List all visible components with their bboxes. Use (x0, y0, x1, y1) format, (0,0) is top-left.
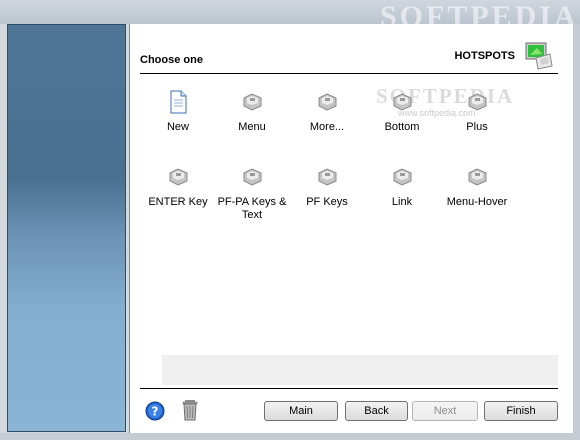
main-button[interactable]: Main (264, 401, 338, 421)
hotspot-item-label: Bottom (384, 121, 420, 133)
footer-divider (140, 388, 558, 389)
hotspot-item-menu-hover[interactable]: Menu-Hover (437, 164, 517, 209)
key-icon (243, 93, 262, 111)
svg-text:?: ? (152, 405, 159, 419)
trash-icon[interactable] (182, 399, 198, 421)
finish-button[interactable]: Finish (484, 401, 558, 421)
hotspot-panel: Choose one HOTSPOTS SOFTPEDIA www.softpe… (129, 24, 573, 433)
window-right-border (573, 24, 580, 440)
window-bottom-border (0, 433, 580, 440)
hotspot-item-bottom[interactable]: Bottom (362, 89, 442, 134)
hotspot-item-label: ENTER Key (148, 196, 208, 208)
key-icon (318, 168, 337, 186)
hotspot-item-label: More... (309, 121, 345, 133)
key-icon (169, 168, 188, 186)
hotspot-monitor-icon (525, 42, 553, 70)
hotspot-item-pf-keys[interactable]: PF Keys (287, 164, 367, 209)
hotspot-item-plus[interactable]: Plus (437, 89, 517, 134)
help-icon[interactable]: ? (145, 401, 165, 421)
key-icon (243, 168, 262, 186)
hotspot-item-new[interactable]: New (138, 89, 218, 134)
section-label: HOTSPOTS (454, 50, 515, 62)
wizard-sidebar (7, 24, 126, 432)
new-document-icon (170, 90, 187, 114)
key-icon (318, 93, 337, 111)
hotspot-item-label: New (166, 121, 189, 133)
hotspot-item-enter-key[interactable]: ENTER Key (138, 164, 218, 209)
hotspot-item-link[interactable]: Link (362, 164, 442, 209)
header-divider (140, 73, 558, 74)
key-icon (393, 93, 412, 111)
hotspot-item-label: PF-PA Keys & Text (217, 196, 287, 221)
page-title: Choose one (140, 54, 203, 66)
next-button[interactable]: Next (412, 401, 478, 421)
hotspot-item-more[interactable]: More... (287, 89, 367, 134)
key-icon (393, 168, 412, 186)
hotspot-item-label: Plus (466, 121, 488, 133)
status-area (162, 355, 558, 385)
hotspot-item-pf-pa-keys[interactable]: PF-PA Keys & Text (212, 164, 292, 222)
hotspot-item-label: Link (391, 196, 413, 208)
hotspot-item-label: Menu-Hover (446, 196, 508, 208)
hotspot-item-menu[interactable]: Menu (212, 89, 292, 134)
hotspot-item-label: PF Keys (306, 196, 348, 208)
window-frame: SOFTPEDIA Choose one HOTSPOTS SOFTPEDIA … (0, 0, 580, 440)
hotspot-item-label: Menu (238, 121, 266, 133)
back-button[interactable]: Back (345, 401, 408, 421)
key-icon (468, 168, 487, 186)
key-icon (468, 93, 487, 111)
